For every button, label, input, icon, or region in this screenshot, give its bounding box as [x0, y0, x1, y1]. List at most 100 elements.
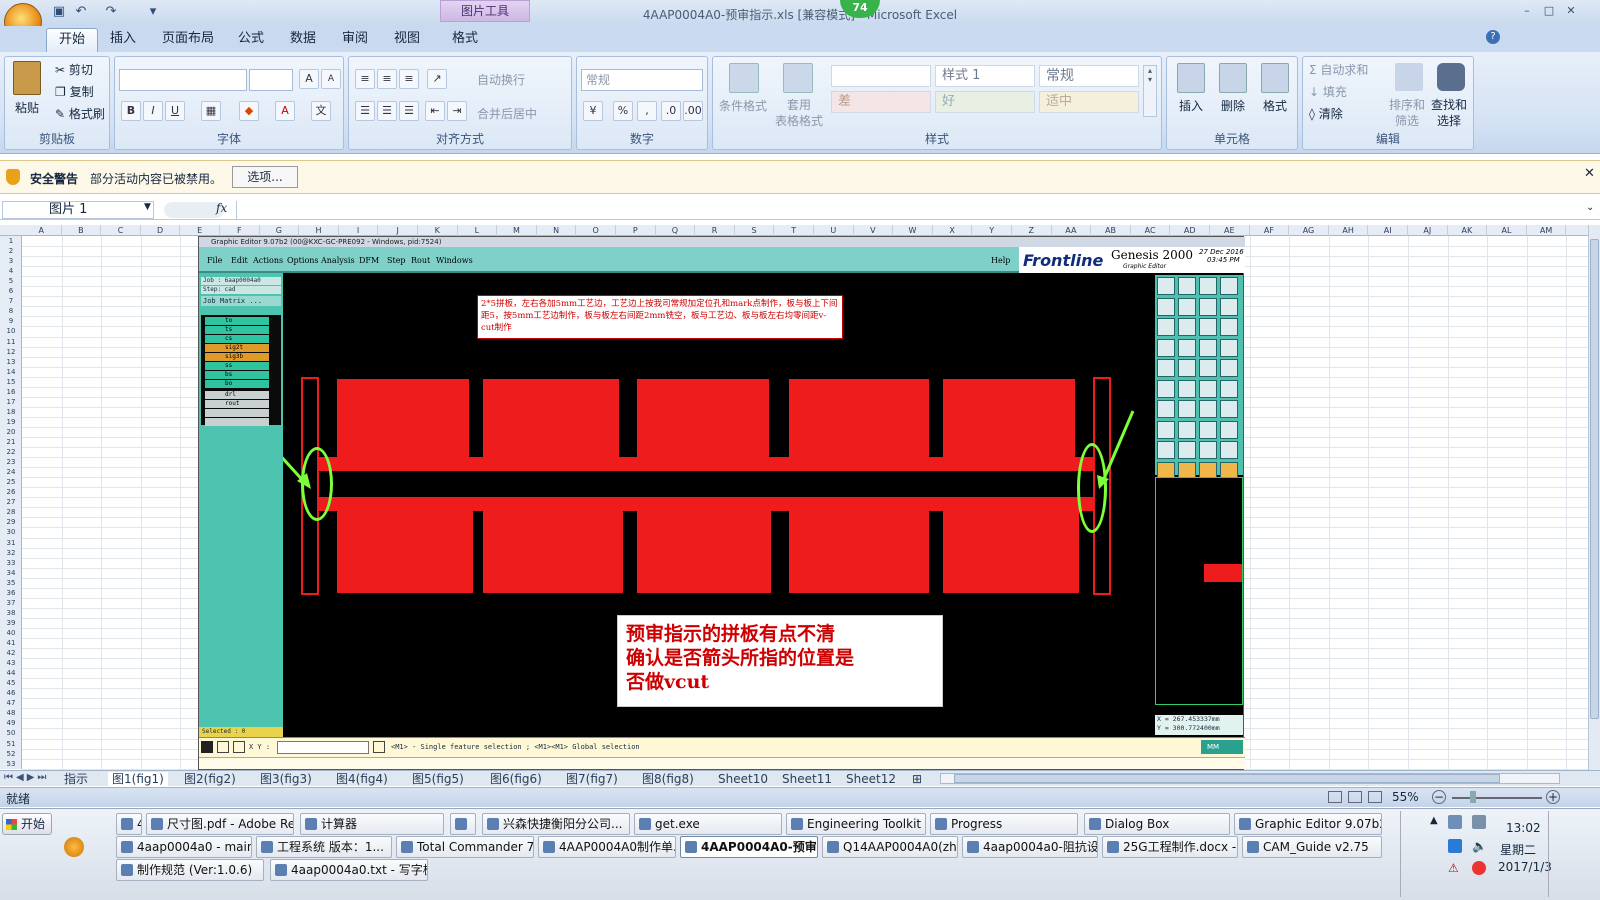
column-header[interactable]: R	[695, 225, 735, 236]
row-header[interactable]: 48	[0, 708, 22, 718]
genesis-tool-button-icon[interactable]	[1178, 338, 1196, 357]
column-header[interactable]: AF	[1250, 225, 1290, 236]
row-header[interactable]: 14	[0, 367, 22, 377]
sort-filter-icon[interactable]	[1395, 63, 1423, 91]
sheet-tab[interactable]: 图6(fig6)	[490, 772, 542, 786]
row-header[interactable]: 41	[0, 638, 22, 648]
zoom-in-icon[interactable]: +	[1546, 790, 1560, 804]
row-header[interactable]: 53	[0, 759, 22, 769]
genesis-tool-button-icon[interactable]	[1220, 379, 1238, 398]
layer-row[interactable]: bs	[205, 371, 269, 379]
clock-time[interactable]: 13:02	[1506, 821, 1541, 835]
genesis-tool-button-icon[interactable]	[1157, 277, 1175, 295]
genesis-xy-input[interactable]	[277, 741, 369, 754]
genesis-tool-button-icon[interactable]	[1220, 441, 1238, 459]
taskbar-button[interactable]: CAM_Guide v2.75	[1242, 836, 1382, 858]
row-header[interactable]: 33	[0, 558, 22, 568]
genesis-tool-button-icon[interactable]	[1178, 297, 1196, 316]
tray-expand-icon[interactable]: ▲	[1430, 815, 1442, 827]
column-header[interactable]: T	[774, 225, 814, 236]
sheet-tab[interactable]: 图7(fig7)	[566, 772, 618, 786]
help-icon[interactable]: ?	[1486, 30, 1500, 44]
column-header[interactable]: Y	[972, 225, 1012, 236]
column-header[interactable]: A	[22, 225, 62, 236]
tray-app-icon[interactable]	[1448, 839, 1462, 853]
row-header[interactable]: 23	[0, 457, 22, 467]
tab-home[interactable]: 开始	[46, 28, 99, 52]
genesis-menu-edit[interactable]: Edit	[231, 256, 248, 265]
taskbar-button[interactable]: 25G工程制作.docx -...	[1102, 836, 1238, 858]
autosum-button[interactable]: Σ 自动求和	[1309, 61, 1368, 78]
genesis-tool-button-icon[interactable]	[1157, 338, 1175, 357]
vertical-scrollbar[interactable]	[1588, 225, 1600, 770]
currency-icon[interactable]: ¥	[583, 101, 603, 121]
security-options-button[interactable]: 选项...	[232, 166, 298, 188]
close-button[interactable]: ✕	[1562, 4, 1580, 18]
column-header[interactable]: S	[735, 225, 775, 236]
row-header[interactable]: 47	[0, 698, 22, 708]
zoom-level[interactable]: 55%	[1392, 790, 1419, 804]
row-header[interactable]: 4	[0, 266, 22, 276]
format-painter-button[interactable]: ✎ 格式刷	[55, 105, 105, 122]
genesis-tool-button-icon[interactable]	[1157, 318, 1175, 336]
conditional-format-button[interactable]: 条件格式	[719, 97, 767, 114]
tab-review[interactable]: 审阅	[330, 28, 380, 52]
row-header[interactable]: 36	[0, 588, 22, 598]
name-box-dropdown-icon[interactable]: ▼	[144, 202, 151, 212]
taskbar-button[interactable]: 4AAP0004A0制作单...	[538, 836, 676, 858]
row-header[interactable]: 27	[0, 497, 22, 507]
genesis-menu-analysis[interactable]: Analysis	[321, 256, 355, 265]
fx-button[interactable]: fx	[216, 201, 227, 215]
taskbar-button[interactable]: 4aap0004a0 - main_qa	[116, 836, 252, 858]
genesis-tool-button-icon[interactable]	[1199, 338, 1217, 357]
row-header[interactable]: 21	[0, 437, 22, 447]
genesis-menu-dfm[interactable]: DFM	[359, 256, 379, 265]
layer-row[interactable]: drl	[205, 391, 269, 399]
align-right-icon[interactable]: ☰	[399, 101, 419, 121]
tray-keyboard-icon[interactable]	[1472, 815, 1486, 829]
taskbar-button[interactable]: 计算器	[300, 813, 444, 835]
layer-row[interactable]: to	[205, 317, 269, 325]
quicklaunch-icon[interactable]	[64, 837, 84, 857]
genesis-menu-help[interactable]: Help	[991, 256, 1010, 265]
taskbar-button[interactable]: 制作规范 (Ver:1.0.6)	[116, 859, 264, 881]
row-header[interactable]: 39	[0, 618, 22, 628]
insert-sheet-icon[interactable]: ⊞	[912, 772, 922, 786]
column-header[interactable]: D	[141, 225, 181, 236]
tab-data[interactable]: 数据	[278, 28, 328, 52]
row-header[interactable]: 12	[0, 347, 22, 357]
sheet-tab[interactable]: Sheet12	[846, 772, 896, 786]
sheet-tab[interactable]: Sheet10	[718, 772, 768, 786]
column-header[interactable]: Z	[1012, 225, 1052, 236]
paste-button[interactable]: 粘贴	[15, 99, 39, 116]
genesis-tool-button-icon[interactable]	[1157, 379, 1175, 398]
column-header[interactable]: AB	[1091, 225, 1131, 236]
expand-formula-icon[interactable]: ⌄	[1586, 202, 1594, 213]
genesis-tool-button-icon[interactable]	[1220, 359, 1238, 377]
genesis-tool-button-icon[interactable]	[1178, 441, 1196, 459]
genesis-canvas[interactable]: 2*5拼板，左右各加5mm工艺边，工艺边上按我司常规加定位孔和mark点制作，板…	[283, 275, 1153, 735]
shrink-font-button[interactable]: A	[321, 69, 341, 89]
minimize-button[interactable]: –	[1518, 4, 1536, 18]
bold-button[interactable]: B	[121, 101, 141, 121]
align-middle-icon[interactable]: ≡	[377, 69, 397, 89]
layer-row[interactable]: rout	[205, 400, 269, 408]
column-header[interactable]: AK	[1448, 225, 1488, 236]
genesis-screenshot-picture[interactable]: Graphic Editor 9.07b2 (00@KXC-GC-PRE092 …	[198, 236, 1245, 770]
row-header[interactable]: 20	[0, 427, 22, 437]
column-header[interactable]: Q	[656, 225, 696, 236]
genesis-tool-button-icon[interactable]	[1199, 441, 1217, 459]
row-header[interactable]: 29	[0, 517, 22, 527]
merge-center-button[interactable]: 合并后居中	[477, 105, 537, 122]
row-header[interactable]: 26	[0, 487, 22, 497]
tab-format[interactable]: 格式	[440, 28, 490, 52]
taskbar-button[interactable]: Engineering Toolkit 9.0...	[786, 813, 926, 835]
column-header[interactable]: G	[260, 225, 300, 236]
delete-cells-button[interactable]: 删除	[1221, 97, 1245, 114]
layer-row[interactable]: cs	[205, 335, 269, 343]
column-header[interactable]: P	[616, 225, 656, 236]
style-normal[interactable]: 常规	[1039, 65, 1139, 87]
sheet-tab[interactable]: 图2(fig2)	[184, 772, 236, 786]
tray-red-app-icon[interactable]	[1472, 861, 1486, 875]
column-header[interactable]: V	[854, 225, 894, 236]
